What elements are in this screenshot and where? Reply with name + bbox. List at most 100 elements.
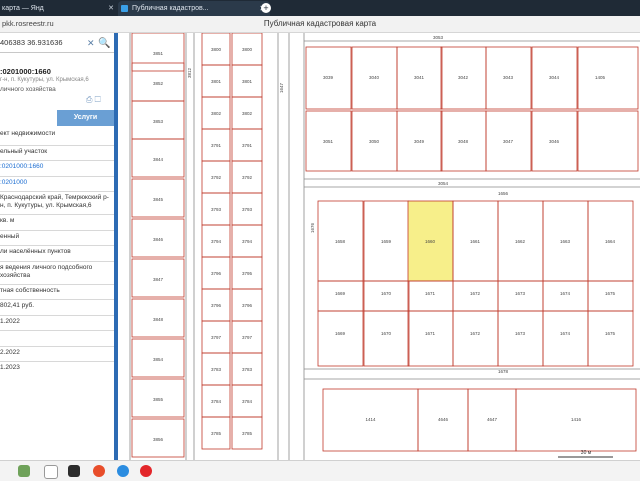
- search-icon[interactable]: 🔍: [98, 38, 110, 49]
- parcel-number-label: 3855: [153, 397, 164, 402]
- parcel-number-label: 1674: [560, 291, 571, 296]
- parcel-number-label: 3040: [369, 75, 380, 80]
- road-label: 1647: [279, 82, 284, 93]
- parcel[interactable]: [407, 280, 454, 312]
- card-toolbar: ⎙ ☐: [86, 95, 101, 105]
- new-tab-plus-icon[interactable]: +: [261, 3, 271, 13]
- info-row-date-3: 1.2023: [0, 361, 114, 372]
- road-label: 1656: [498, 191, 509, 196]
- parcel-number-label: 1669: [335, 291, 346, 296]
- browser-tab-yandex-map[interactable]: карта — Янд ✕: [0, 1, 116, 16]
- info-row-cadastral-number-link[interactable]: :0201000:1660: [0, 160, 114, 171]
- parcel[interactable]: [317, 310, 364, 367]
- parcel-number-label: 1674: [560, 331, 571, 336]
- cadastral-map-canvas[interactable]: 3851 3852 3853 3844 3845 3846 3847 3848 3854 3855…: [118, 33, 640, 460]
- road-label: 3053: [433, 35, 444, 40]
- parcel-number-label: 1662: [515, 239, 526, 244]
- parcel-number-label: 3796: [211, 303, 222, 308]
- parcel-number-label: 3795: [242, 271, 253, 276]
- parcel-number-label: 3049: [414, 139, 425, 144]
- parcel[interactable]: [317, 280, 364, 312]
- edge-icon[interactable]: [117, 465, 129, 477]
- os-taskbar: [0, 460, 640, 481]
- parcel-number-label: 1669: [335, 331, 346, 336]
- parcel[interactable]: [363, 280, 410, 312]
- tab-info[interactable]: [0, 110, 57, 126]
- parcel[interactable]: [577, 110, 639, 172]
- parcel[interactable]: [542, 310, 589, 367]
- parcel-number-label: 1670: [381, 291, 392, 296]
- start-menu-icon[interactable]: [44, 465, 58, 479]
- parcel-number-label: 3051: [323, 139, 334, 144]
- parcel[interactable]: [452, 280, 499, 312]
- parcel-number-label: 3796: [242, 303, 253, 308]
- info-row-address: Краснодарский край, Темрюкский р-н, п. К…: [0, 191, 114, 210]
- address-bar[interactable]: pkk.rosreestr.ru Публичная кадастровая к…: [0, 16, 640, 33]
- tab-title: карта — Янд: [2, 5, 44, 12]
- parcel-number-label: 3846: [153, 237, 164, 242]
- cadastral-map[interactable]: 3851 3852 3853 3844 3845 3846 3847 3848 3854 3855…: [118, 33, 640, 460]
- yandex-browser-icon[interactable]: [140, 465, 152, 477]
- clear-search-icon[interactable]: ✕: [87, 38, 95, 49]
- parcel-number-label: 3802: [211, 111, 222, 116]
- parcel-number-label: 3847: [153, 277, 164, 282]
- parcel[interactable]: [542, 280, 589, 312]
- parcel[interactable]: [407, 310, 454, 367]
- tab-title: Публичная кадастров...: [132, 5, 209, 12]
- info-row-date-1: 1.2022: [0, 315, 114, 326]
- info-row-ownership: тная собственность: [0, 284, 114, 295]
- parcel-number-label: 3856: [153, 437, 164, 442]
- coordinate-search-input[interactable]: [0, 38, 86, 47]
- parcel-number-label: 3852: [153, 81, 164, 86]
- browser-tab-bar: карта — Янд ✕ Публичная кадастров... ✕ +: [0, 0, 640, 16]
- info-row-status: енный: [0, 230, 114, 241]
- parcel-number-label: 3784: [211, 399, 222, 404]
- parcel[interactable]: [497, 280, 544, 312]
- browser-tab-pkk[interactable]: Публичная кадастров... ✕: [118, 1, 270, 16]
- parcel-number-label: 1664: [605, 239, 616, 244]
- parcel-number-label: 3802: [242, 111, 253, 116]
- parcel-number-label: 1661: [470, 239, 481, 244]
- task-view-icon[interactable]: [68, 465, 80, 477]
- parcel-number-label: 4646: [438, 417, 449, 422]
- parcel-number-label: 3785: [242, 431, 253, 436]
- parcel[interactable]: [363, 310, 410, 367]
- parcel-number-label: 3044: [549, 75, 560, 80]
- parcel-number-label: 3047: [503, 139, 514, 144]
- share-icon[interactable]: ☐: [95, 95, 101, 104]
- tab-services[interactable]: Услуги: [57, 110, 114, 126]
- parcel-number-label: 3844: [153, 157, 164, 162]
- info-row-quarter-link[interactable]: :0201000: [0, 176, 114, 187]
- parcel[interactable]: [497, 310, 544, 367]
- object-subtitle: личного хозяйства: [0, 86, 56, 93]
- parcel-number-label: 1675: [605, 331, 616, 336]
- info-row-date-2: 2.2022: [0, 346, 114, 357]
- scale-label: 30 м: [581, 450, 592, 456]
- weather-widget-icon[interactable]: [18, 465, 30, 477]
- object-info-panel: ✕ 🔍 :0201000:1660 г-н, п. Кукутуры, ул. …: [0, 33, 119, 460]
- info-row-empty: [0, 330, 114, 333]
- parcel[interactable]: [587, 310, 634, 367]
- info-row-area: кв. м: [0, 214, 114, 225]
- road-label: 1678: [498, 369, 509, 374]
- parcel-number-label: 3043: [503, 75, 514, 80]
- parcel[interactable]: [587, 280, 634, 312]
- parcel-number-label: 3797: [211, 335, 222, 340]
- parcel-number-label: 3050: [369, 139, 380, 144]
- parcel[interactable]: [452, 310, 499, 367]
- parcel-number-label: 1670: [381, 331, 392, 336]
- close-tab-icon[interactable]: ✕: [108, 1, 114, 16]
- print-icon[interactable]: ⎙: [86, 95, 92, 104]
- parcel-number-label: 1660: [425, 239, 436, 244]
- parcel-number-label: 3048: [458, 139, 469, 144]
- parcel-number-label: 3785: [211, 431, 222, 436]
- parcel-number-label: 3800: [242, 47, 253, 52]
- parcel-number-label: 1414: [365, 417, 376, 422]
- parcel-number-label: 3796: [211, 271, 222, 276]
- parcel-number-label: 3042: [458, 75, 469, 80]
- parcel[interactable]: [577, 46, 639, 110]
- parcel-number-label: 3046: [549, 139, 560, 144]
- opera-icon[interactable]: [93, 465, 105, 477]
- parcel-number-label: 3851: [153, 51, 164, 56]
- info-row-permitted-use: я ведения личного подсобного хозяйства: [0, 261, 114, 280]
